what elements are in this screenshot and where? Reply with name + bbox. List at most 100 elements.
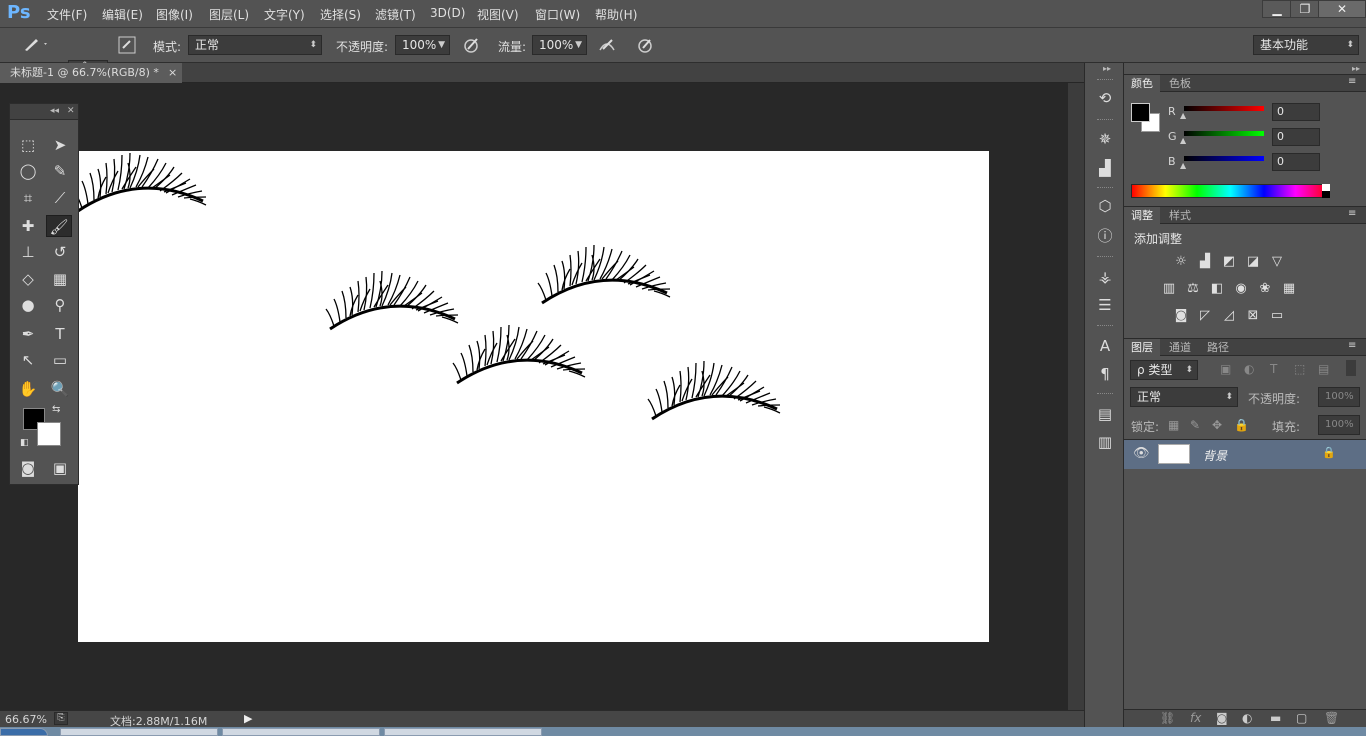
minimize-button[interactable]: ▁	[1262, 0, 1292, 18]
black-white-ramp[interactable]	[1322, 184, 1330, 198]
color-spectrum-bar[interactable]	[1131, 184, 1330, 198]
filter-smart-object-icon[interactable]: ▤	[1318, 362, 1329, 376]
document-tab[interactable]: 未标题-1 @ 66.7%(RGB/8) * ×	[0, 63, 182, 83]
menu-type[interactable]: 文字(Y)	[264, 6, 305, 23]
move-tool-icon[interactable]: ➤	[47, 134, 73, 156]
close-button[interactable]: ✕	[1318, 0, 1366, 18]
eyedropper-tool-icon[interactable]: ⟋	[47, 187, 73, 209]
r-input[interactable]: 0	[1272, 103, 1320, 121]
slider-thumb-icon[interactable]: ▲	[1180, 161, 1186, 170]
panel-menu-icon[interactable]: ≡	[1348, 340, 1356, 351]
new-group-icon[interactable]: ▬	[1270, 711, 1281, 725]
gradient-map-icon[interactable]: ▭	[1268, 307, 1286, 325]
pressure-opacity-icon[interactable]	[462, 36, 480, 58]
restore-button[interactable]: ❐	[1290, 0, 1320, 18]
notes-panel-icon[interactable]: ▥	[1094, 431, 1116, 453]
info-panel-icon[interactable]: ⓘ	[1094, 225, 1116, 247]
menu-window[interactable]: 窗口(W)	[535, 6, 580, 23]
tab-paths[interactable]: 路径	[1200, 339, 1236, 356]
shape-tool-icon[interactable]: ▭	[47, 349, 73, 371]
g-input[interactable]: 0	[1272, 128, 1320, 146]
zoom-tool-icon[interactable]: 🔍	[47, 378, 73, 400]
brush-preset-icon[interactable]	[22, 35, 50, 57]
color-lookup-icon[interactable]: ▦	[1280, 280, 1298, 298]
history-panel-icon[interactable]: ⟲	[1094, 87, 1116, 109]
layer-row-background[interactable]: 👁 背景 🔒	[1124, 440, 1366, 469]
lock-transparency-icon[interactable]: ▦	[1168, 418, 1179, 432]
marquee-tool-icon[interactable]: ⬚	[15, 134, 41, 156]
crop-tool-icon[interactable]: ⌗	[15, 187, 41, 209]
menu-3d[interactable]: 3D(D)	[430, 6, 465, 20]
color-foreground-swatch[interactable]	[1131, 103, 1150, 122]
menu-edit[interactable]: 编辑(E)	[102, 6, 143, 23]
brush-tool-icon[interactable]: 🖌	[46, 215, 72, 237]
paragraph-panel-icon[interactable]: ¶	[1094, 363, 1116, 385]
menu-filter[interactable]: 滤镜(T)	[375, 6, 416, 23]
color-balance-icon[interactable]: ⚖	[1184, 280, 1202, 298]
tab-channels[interactable]: 通道	[1162, 339, 1198, 356]
new-layer-icon[interactable]: ▢	[1296, 711, 1307, 725]
mode-select[interactable]: 正常 ⬍	[188, 35, 322, 55]
eraser-tool-icon[interactable]: ◇	[15, 268, 41, 290]
photo-filter-icon[interactable]: ◉	[1232, 280, 1250, 298]
menu-layer[interactable]: 图层(L)	[209, 6, 249, 23]
brush-panel-icon[interactable]: ⚶	[1094, 266, 1116, 288]
menu-help[interactable]: 帮助(H)	[595, 6, 637, 23]
panel-menu-icon[interactable]: ≡	[1348, 76, 1356, 87]
opacity-input[interactable]: 100% ▼	[395, 35, 450, 55]
swap-colors-icon[interactable]: ⇆	[52, 404, 60, 415]
fx-icon[interactable]: fx	[1190, 711, 1201, 725]
quick-mask-icon[interactable]: ◙	[15, 457, 41, 479]
type-tool-icon[interactable]: T	[47, 323, 73, 345]
posterize-icon[interactable]: ◸	[1196, 307, 1214, 325]
pressure-size-icon[interactable]	[636, 36, 654, 58]
layer-opacity-input[interactable]: 100%	[1318, 387, 1360, 407]
invert-icon[interactable]: ◙	[1172, 307, 1190, 325]
layer-blend-mode-select[interactable]: 正常 ⬍	[1130, 387, 1238, 407]
menu-select[interactable]: 选择(S)	[320, 6, 361, 23]
layer-comps-panel-icon[interactable]: ▤	[1094, 403, 1116, 425]
selective-color-icon[interactable]: ⊠	[1244, 307, 1262, 325]
r-slider[interactable]	[1184, 106, 1264, 111]
tab-adjustments[interactable]: 调整	[1124, 207, 1160, 224]
blur-tool-icon[interactable]: ●	[15, 294, 41, 316]
clone-stamp-tool-icon[interactable]: ⊥	[15, 241, 41, 263]
path-select-tool-icon[interactable]: ↖	[15, 349, 41, 371]
flow-input[interactable]: 100% ▼	[532, 35, 587, 55]
vibrance-icon[interactable]: ▽	[1268, 253, 1286, 271]
filter-shape-icon[interactable]: ⬚	[1294, 362, 1305, 376]
curves-icon[interactable]: ◩	[1220, 253, 1238, 271]
vertical-scrollbar[interactable]	[1068, 83, 1084, 710]
delete-layer-icon[interactable]: 🗑	[1324, 711, 1339, 725]
eye-visibility-icon[interactable]: 👁	[1133, 446, 1150, 461]
brush-panel-toggle-icon[interactable]	[118, 36, 136, 58]
toolbox-header[interactable]: ◂◂ ✕	[10, 104, 78, 120]
b-input[interactable]: 0	[1272, 153, 1320, 171]
b-slider[interactable]	[1184, 156, 1264, 161]
hue-saturation-icon[interactable]: ▥	[1160, 280, 1178, 298]
slider-thumb-icon[interactable]: ▲	[1180, 111, 1186, 120]
new-adjustment-layer-icon[interactable]: ◐	[1242, 711, 1252, 725]
tab-swatches[interactable]: 色板	[1162, 75, 1198, 92]
healing-brush-tool-icon[interactable]: ✚	[15, 215, 41, 237]
black-white-icon[interactable]: ◧	[1208, 280, 1226, 298]
filter-adjustment-icon[interactable]: ◐	[1244, 362, 1254, 376]
filter-toggle[interactable]	[1346, 360, 1356, 376]
3d-panel-icon[interactable]: ⬡	[1094, 195, 1116, 217]
background-color-swatch[interactable]	[37, 422, 61, 446]
histogram-panel-icon[interactable]: ▟	[1094, 157, 1116, 179]
dodge-tool-icon[interactable]: ⚲	[47, 294, 73, 316]
channel-mixer-icon[interactable]: ❀	[1256, 280, 1274, 298]
tab-color[interactable]: 颜色	[1124, 75, 1160, 92]
taskbar-item[interactable]	[384, 728, 542, 736]
filter-type-icon[interactable]: T	[1270, 362, 1277, 376]
menu-image[interactable]: 图像(I)	[156, 6, 193, 23]
screen-mode-icon[interactable]: ▣	[47, 457, 73, 479]
layer-filter-select[interactable]: ρ 类型 ⬍	[1130, 360, 1198, 380]
menu-file[interactable]: 文件(F)	[47, 6, 87, 23]
status-menu-arrow-icon[interactable]: ▶	[244, 712, 252, 725]
tab-layers[interactable]: 图层	[1124, 339, 1160, 356]
brush-presets-panel-icon[interactable]: ☰	[1094, 294, 1116, 316]
brightness-icon[interactable]: ☼	[1172, 253, 1190, 271]
add-mask-icon[interactable]: ◙	[1216, 711, 1228, 725]
